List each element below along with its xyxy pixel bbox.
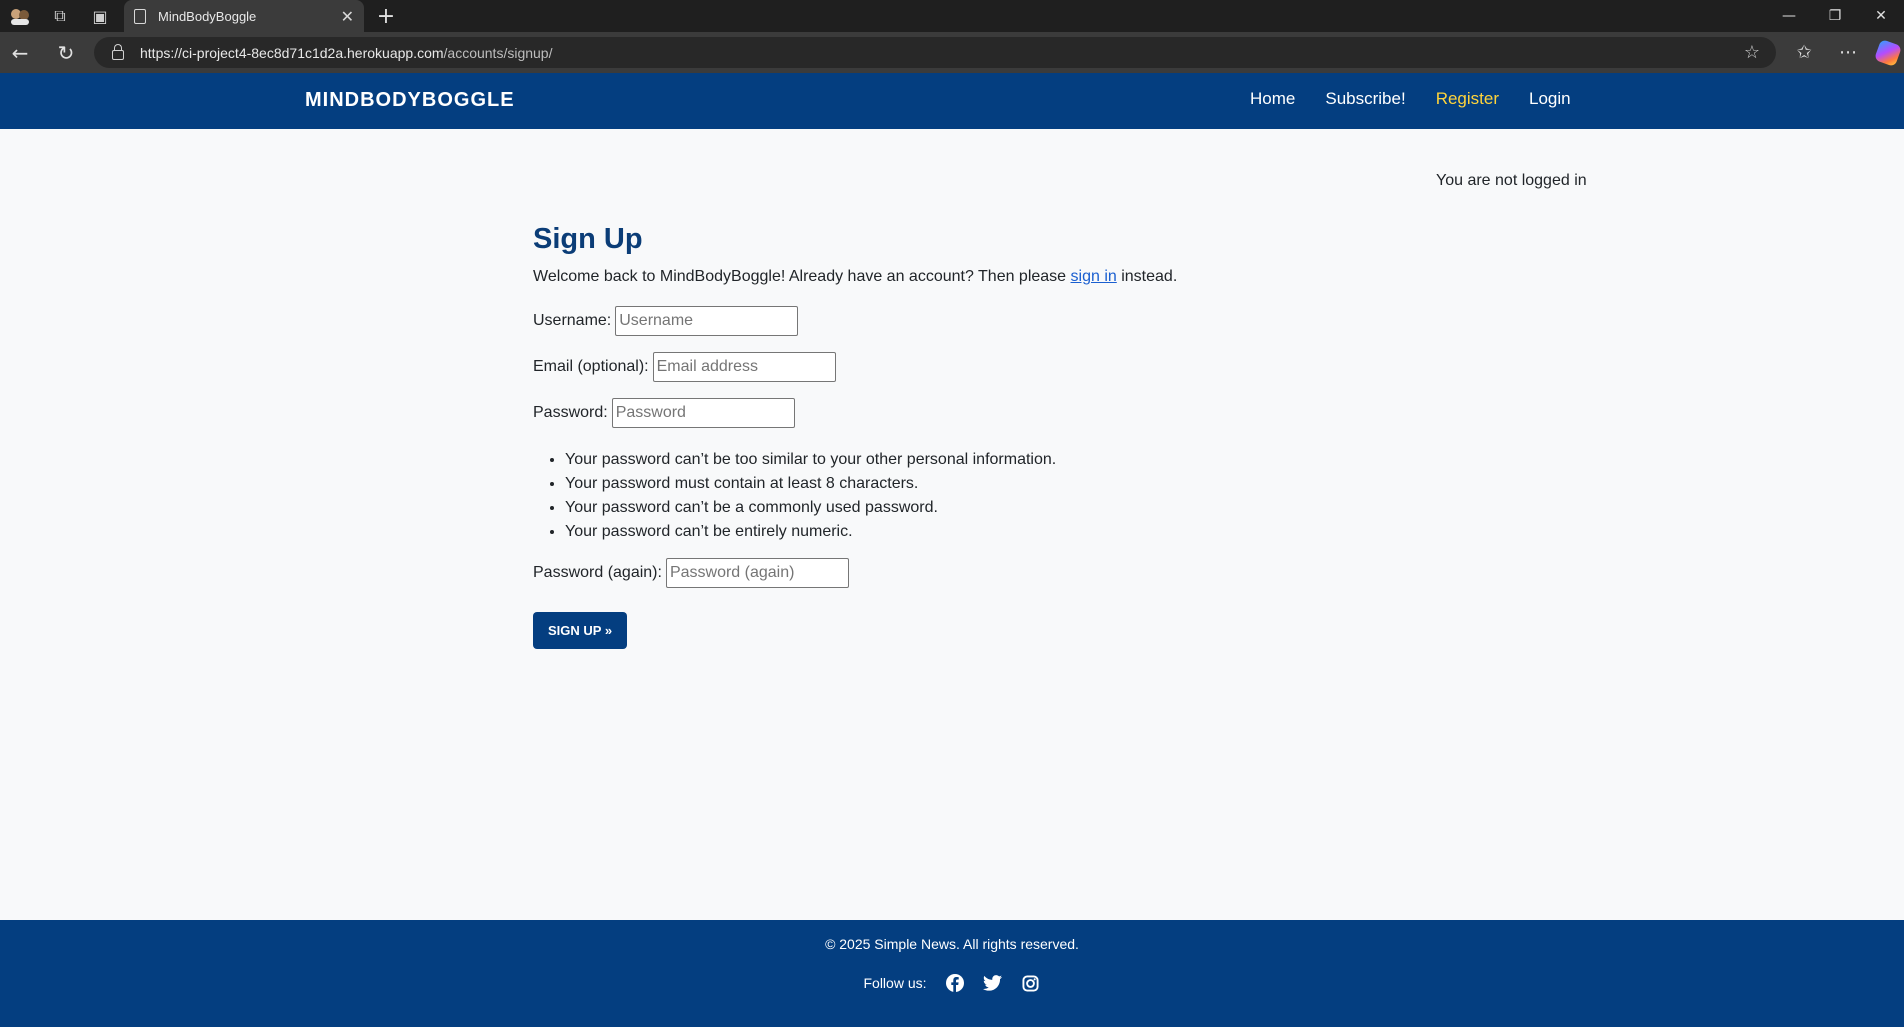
intro-text: Welcome back to MindBodyBoggle! Already …: [533, 268, 1178, 285]
new-tab-icon[interactable]: +: [372, 0, 400, 32]
sign-in-link[interactable]: sign in: [1071, 268, 1117, 285]
follow-label: Follow us:: [863, 975, 927, 991]
list-item: Your password can’t be too similar to yo…: [565, 448, 1433, 472]
nav-register[interactable]: Register: [1436, 89, 1499, 109]
address-bar-row: ← ↻ https://ci-project4-8ec8d71c1d2a.her…: [0, 32, 1904, 73]
password-label: Password:: [533, 404, 608, 421]
browser-tab-bar: ⧉ ▣ MindBodyBoggle ✕ + — ❐ ✕: [0, 0, 1904, 32]
site-footer: © 2025 Simple News. All rights reserved.…: [0, 920, 1904, 1027]
workspaces-icon[interactable]: ⧉: [40, 0, 80, 32]
url-text: https://ci-project4-8ec8d71c1d2a.herokua…: [140, 44, 553, 61]
profile-icon[interactable]: [0, 0, 40, 32]
close-window-icon[interactable]: ✕: [1858, 0, 1904, 32]
page-title: Sign Up: [533, 223, 643, 255]
email-input[interactable]: [652, 352, 836, 382]
restore-icon[interactable]: ❐: [1812, 0, 1858, 32]
twitter-icon[interactable]: [983, 973, 1003, 993]
site-navbar: MINDBODYBOGGLE Home Subscribe! Register …: [0, 73, 1904, 129]
more-options-icon[interactable]: ⋯: [1828, 32, 1868, 73]
signup-form: Sign Up Welcome back to MindBodyBoggle! …: [533, 223, 1433, 649]
instagram-icon[interactable]: [1021, 973, 1041, 993]
password-input[interactable]: [611, 398, 795, 428]
url-bar[interactable]: https://ci-project4-8ec8d71c1d2a.herokua…: [94, 37, 1776, 68]
copyright-text: © 2025 Simple News. All rights reserved.: [825, 936, 1079, 952]
list-item: Your password must contain at least 8 ch…: [565, 472, 1433, 496]
back-icon[interactable]: ←: [0, 32, 40, 73]
favorites-icon[interactable]: ✩: [1784, 32, 1824, 73]
minimize-icon[interactable]: —: [1766, 0, 1812, 32]
lock-icon[interactable]: [112, 43, 124, 60]
nav-home[interactable]: Home: [1250, 89, 1295, 109]
list-item: Your password can’t be a commonly used p…: [565, 496, 1433, 520]
favorite-star-icon[interactable]: ☆: [1744, 42, 1760, 63]
facebook-icon[interactable]: [945, 973, 965, 993]
page-icon: [134, 8, 146, 24]
tab-actions-icon[interactable]: ▣: [80, 0, 120, 32]
nav-subscribe[interactable]: Subscribe!: [1325, 89, 1405, 109]
list-item: Your password can’t be entirely numeric.: [565, 520, 1433, 544]
tab-title: MindBodyBoggle: [158, 8, 257, 24]
browser-tab[interactable]: MindBodyBoggle ✕: [124, 0, 364, 32]
password-again-input[interactable]: [665, 558, 849, 588]
close-tab-icon[interactable]: ✕: [341, 7, 354, 26]
username-input[interactable]: [615, 306, 799, 336]
login-status: You are not logged in: [1436, 172, 1587, 189]
sign-up-button[interactable]: SIGN UP »: [533, 612, 628, 649]
refresh-icon[interactable]: ↻: [46, 32, 86, 73]
copilot-icon[interactable]: [1872, 32, 1904, 73]
username-label: Username:: [533, 312, 612, 329]
password-help-list: Your password can’t be too similar to yo…: [565, 448, 1433, 544]
email-label: Email (optional):: [533, 358, 649, 375]
nav-login[interactable]: Login: [1529, 89, 1571, 109]
password-again-label: Password (again):: [533, 564, 662, 581]
site-brand[interactable]: MINDBODYBOGGLE: [305, 89, 515, 112]
